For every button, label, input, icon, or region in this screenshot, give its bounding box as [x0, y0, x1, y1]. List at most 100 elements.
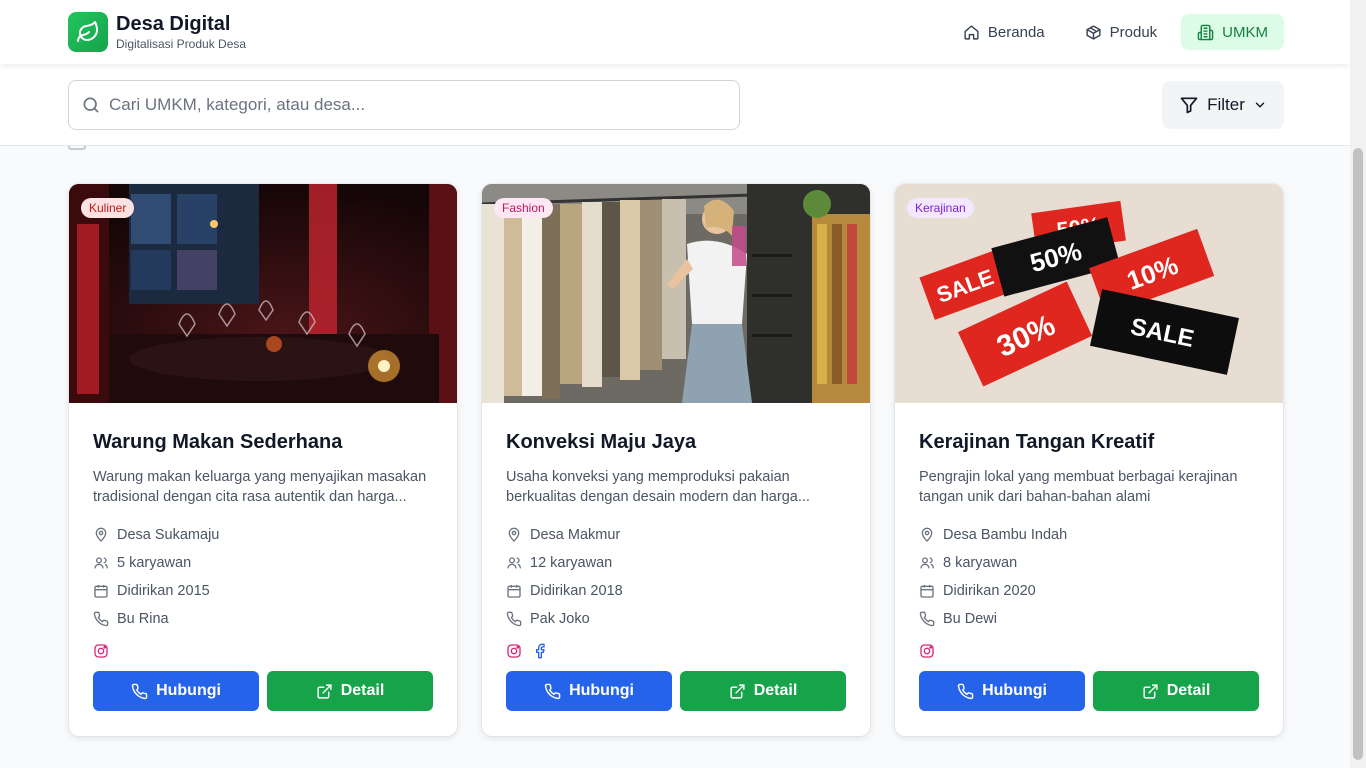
- instagram-icon[interactable]: [506, 643, 522, 659]
- box-icon: [1086, 24, 1101, 40]
- brand[interactable]: Desa Digital Digitalisasi Produk Desa: [68, 12, 246, 52]
- nav-umkm[interactable]: UMKM: [1181, 14, 1284, 50]
- users-icon: [507, 557, 521, 569]
- search-input[interactable]: [109, 95, 709, 115]
- location-row: Desa Bambu Indah: [919, 521, 1259, 549]
- location-text: Desa Sukamaju: [117, 527, 220, 543]
- card-description: Pengrajin lokal yang membuat berbagai ke…: [919, 469, 1238, 505]
- social-links: [506, 641, 846, 661]
- external-link-icon: [1143, 683, 1158, 699]
- leaf-logo-icon: [68, 12, 108, 52]
- contact-text: Pak Joko: [530, 611, 590, 627]
- phone-icon: [93, 611, 109, 627]
- founded-text: Didirikan 2020: [943, 583, 1036, 599]
- founded-row: Didirikan 2020: [919, 577, 1259, 605]
- top-navbar: Desa Digital Digitalisasi Produk Desa Be…: [0, 0, 1350, 64]
- map-pin-icon: [921, 527, 933, 542]
- founded-text: Didirikan 2018: [530, 583, 623, 599]
- calendar-icon: [920, 585, 934, 598]
- detail-button-label: Detail: [753, 682, 798, 699]
- contact-button[interactable]: Hubungi: [93, 671, 259, 711]
- location-row: Desa Makmur: [506, 521, 846, 549]
- scrollbar-thumb[interactable]: [1353, 148, 1363, 760]
- restaurant-photo: Kuliner: [69, 184, 457, 403]
- instagram-icon[interactable]: [919, 643, 935, 659]
- map-pin-icon: [95, 527, 107, 542]
- contact-row: Bu Rina: [93, 605, 433, 633]
- phone-icon: [919, 611, 935, 627]
- facebook-icon[interactable]: [532, 643, 548, 659]
- location-text: Desa Bambu Indah: [943, 527, 1068, 543]
- search-toolbar: Filter: [0, 64, 1350, 146]
- filter-label: Filter: [1207, 95, 1245, 114]
- contact-button[interactable]: Hubungi: [919, 671, 1085, 711]
- umkm-card: Fashion Konveksi Maju Jaya Usaha konveks…: [482, 184, 870, 736]
- page-scrollbar[interactable]: [1350, 0, 1366, 768]
- phone-icon: [957, 683, 974, 699]
- contact-row: Pak Joko: [506, 605, 846, 633]
- external-link-icon: [317, 683, 332, 699]
- instagram-icon[interactable]: [93, 643, 109, 659]
- users-icon: [94, 557, 108, 569]
- employees-row: 12 karyawan: [506, 549, 846, 577]
- phone-icon: [131, 683, 148, 699]
- founded-row: Didirikan 2018: [506, 577, 846, 605]
- employees-text: 12 karyawan: [530, 555, 613, 571]
- nav-beranda[interactable]: Beranda: [947, 14, 1061, 50]
- founded-row: Didirikan 2015: [93, 577, 433, 605]
- employees-text: 8 karyawan: [943, 555, 1018, 571]
- calendar-icon: [94, 585, 108, 598]
- umkm-card: 50% SALE 50% 10% 30% SALE Ker: [895, 184, 1283, 736]
- contact-button-label: Hubungi: [156, 682, 221, 699]
- detail-button[interactable]: Detail: [680, 671, 846, 711]
- contact-text: Bu Rina: [117, 611, 169, 627]
- umkm-card: Kuliner Warung Makan Sederhana Warung ma…: [69, 184, 457, 736]
- contact-button[interactable]: Hubungi: [506, 671, 672, 711]
- card-title: Konveksi Maju Jaya: [506, 431, 697, 453]
- card-title: Warung Makan Sederhana: [93, 431, 343, 453]
- card-description: Usaha konveksi yang memproduksi pakaian …: [506, 469, 810, 505]
- search-field[interactable]: [68, 80, 740, 130]
- category-badge: Kerajinan: [907, 198, 974, 218]
- social-links: [919, 641, 1259, 661]
- clothing-store-photo: Fashion: [482, 184, 870, 403]
- detail-button-label: Detail: [1166, 682, 1211, 699]
- search-icon: [83, 97, 99, 113]
- founded-text: Didirikan 2015: [117, 583, 210, 599]
- card-description: Warung makan keluarga yang menyajikan ma…: [93, 469, 427, 505]
- contact-text: Bu Dewi: [943, 611, 997, 627]
- map-pin-icon: [508, 527, 520, 542]
- calendar-icon: [507, 585, 521, 598]
- external-link-icon: [730, 683, 745, 699]
- home-icon: [964, 24, 979, 40]
- sale-tags-photo: 50% SALE 50% 10% 30% SALE Ker: [895, 184, 1283, 403]
- brand-title: Desa Digital: [116, 13, 231, 35]
- phone-icon: [544, 683, 561, 699]
- contact-button-label: Hubungi: [569, 682, 634, 699]
- location-text: Desa Makmur: [530, 527, 621, 543]
- filter-icon: [1180, 97, 1198, 114]
- category-badge: Kuliner: [81, 198, 135, 218]
- detail-button[interactable]: Detail: [267, 671, 433, 711]
- contact-button-label: Hubungi: [982, 682, 1047, 699]
- phone-icon: [506, 611, 522, 627]
- nav-umkm-label: UMKM: [1222, 23, 1268, 41]
- nav-produk-label: Produk: [1109, 23, 1158, 41]
- building-icon: [1197, 24, 1214, 40]
- brand-subtitle: Digitalisasi Produk Desa: [116, 37, 247, 51]
- employees-row: 5 karyawan: [93, 549, 433, 577]
- nav-produk[interactable]: Produk: [1069, 14, 1174, 50]
- detail-button-label: Detail: [340, 682, 385, 699]
- employees-text: 5 karyawan: [117, 555, 192, 571]
- main-nav: Beranda Produk UMKM: [947, 14, 1284, 50]
- users-icon: [920, 557, 934, 569]
- employees-row: 8 karyawan: [919, 549, 1259, 577]
- category-badge: Fashion: [494, 198, 553, 218]
- filter-button[interactable]: Filter: [1162, 81, 1284, 129]
- contact-row: Bu Dewi: [919, 605, 1259, 633]
- card-title: Kerajinan Tangan Kreatif: [919, 431, 1155, 453]
- detail-button[interactable]: Detail: [1093, 671, 1259, 711]
- location-row: Desa Sukamaju: [93, 521, 433, 549]
- nav-beranda-label: Beranda: [987, 23, 1045, 41]
- social-links: [93, 641, 433, 661]
